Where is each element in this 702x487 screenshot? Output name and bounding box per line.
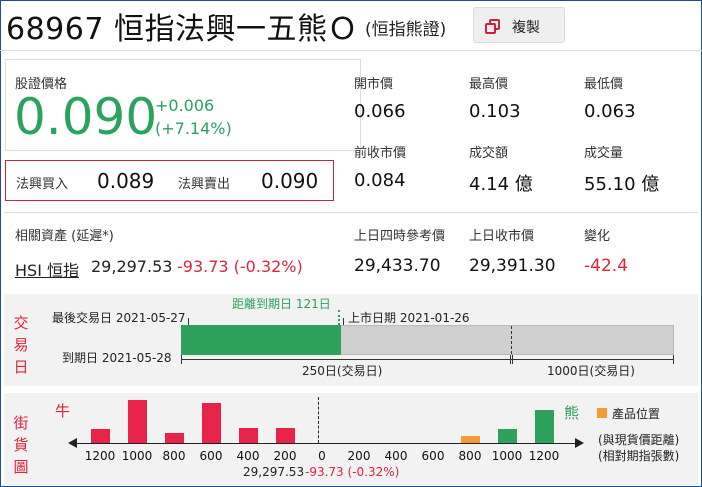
distribution-bar-bull (165, 433, 184, 443)
distribution-side-label: 街 貨 圖 (13, 414, 29, 476)
axis-left-arrow-icon (68, 438, 77, 448)
distribution-bar-product (461, 436, 480, 443)
bull-label: 牛 (55, 402, 71, 420)
copy-icon (485, 19, 501, 35)
page-title: 68967 恒指法興一五熊Ｏ (6, 12, 358, 47)
distribution-bar-bear (535, 410, 554, 443)
scale-label-250: 250日(交易日) (302, 364, 383, 378)
axis-tick-label: 800 (162, 449, 186, 463)
distribution-note-2: (相對期指張數) (598, 449, 680, 463)
remaining-marker (338, 310, 340, 325)
underlying-label: 相關資產 (延遲*) (15, 229, 114, 244)
stat-label-low: 最低價 (584, 77, 624, 92)
stat-label-turnover: 成交額 (469, 146, 509, 161)
ref-price-label: 上日四時參考價 (354, 229, 446, 244)
scale-label-1000: 1000日(交易日) (547, 364, 635, 378)
axis-right-arrow-icon (575, 438, 584, 448)
axis-tick-label: 400 (384, 449, 408, 463)
axis-tick-label: 600 (199, 449, 223, 463)
scale-tick-start (181, 355, 182, 364)
stat-value-turnover: 4.14 億 (469, 174, 533, 195)
bid-value: 0.089 (97, 169, 155, 193)
last-trading-date: 最後交易日 2021-05-27 (52, 311, 186, 325)
axis-tick-label: 600 (421, 449, 445, 463)
timeline-scale (181, 359, 674, 360)
price-value: 0.090 (14, 88, 158, 146)
axis-tick-label: 1000 (491, 449, 523, 463)
change-label: 變化 (584, 229, 611, 244)
distribution-bar-bull (276, 428, 295, 443)
distribution-bar-bull (91, 429, 110, 443)
bear-label: 熊 (564, 404, 580, 422)
spot-price: 29,297.53 (243, 465, 305, 479)
axis-tick-label: 400 (236, 449, 260, 463)
stat-value-prev-close: 0.084 (354, 170, 406, 191)
underlying-price: 29,297.53 (91, 257, 173, 276)
trading-day-side-label: 交 易 日 (13, 314, 29, 376)
legend-label: 產品位置 (612, 407, 661, 421)
axis-tick-label: 0 (318, 449, 326, 463)
bid-label: 法興買入 (16, 177, 69, 192)
listing-date: 上市日期 2021-01-26 (348, 311, 470, 325)
legend-swatch (597, 408, 607, 418)
axis-tick-label: 1000 (121, 449, 153, 463)
stat-label-open: 開市價 (354, 77, 394, 92)
stat-label-prev-close: 前收市價 (354, 146, 407, 161)
stat-label-volume: 成交量 (584, 146, 624, 161)
timeline-elapsed-bar (181, 325, 341, 355)
days-remaining: 距離到期日 121日 (232, 297, 331, 311)
ask-label: 法興賣出 (178, 177, 231, 192)
axis-tick-label: 200 (273, 449, 297, 463)
prev-close-label: 上日收市價 (469, 229, 535, 244)
page-subtitle: (恒指熊證) (365, 20, 447, 40)
ref-price-value: 29,433.70 (354, 256, 441, 276)
copy-button-label: 複製 (512, 20, 540, 36)
price-change: +0.006 (155, 96, 215, 115)
timeline-250-marker (511, 326, 512, 354)
prev-close-value: 29,391.30 (469, 256, 556, 276)
distribution-bar-bull (202, 403, 221, 443)
scale-tick-250a (510, 355, 511, 364)
change-value: -42.4 (584, 256, 628, 276)
axis-tick-label: 1200 (528, 449, 560, 463)
distribution-bar-bear (498, 429, 517, 443)
axis-tick-label: 200 (347, 449, 371, 463)
distribution-axis (76, 443, 576, 444)
distribution-note-1: (與現貨價距離) (598, 433, 680, 447)
spot-change: -93.73 (-0.32%) (305, 465, 400, 479)
scale-tick-250b (512, 355, 513, 364)
axis-tick-label: 1200 (84, 449, 116, 463)
stat-value-high: 0.103 (469, 101, 521, 122)
stat-value-low: 0.063 (584, 101, 636, 122)
stat-label-high: 最高價 (469, 77, 509, 92)
distribution-bar-bull (239, 428, 258, 443)
header-divider (0, 50, 702, 51)
stat-value-volume: 55.10 億 (584, 174, 660, 195)
axis-tick-label: 800 (458, 449, 482, 463)
ask-value: 0.090 (261, 169, 319, 193)
section-divider (4, 212, 698, 213)
scale-tick-end (673, 355, 674, 364)
expiry-date: 到期日 2021-05-28 (62, 351, 172, 365)
underlying-link[interactable]: HSI 恒指 (15, 257, 79, 281)
copy-button[interactable]: 複製 (473, 7, 565, 43)
spot-marker (318, 397, 319, 443)
price-change-pct: (+7.14%) (155, 119, 232, 138)
underlying-change: -93.73 (-0.32%) (177, 257, 303, 276)
stat-value-open: 0.066 (354, 101, 406, 122)
distribution-bar-bull (128, 400, 147, 443)
